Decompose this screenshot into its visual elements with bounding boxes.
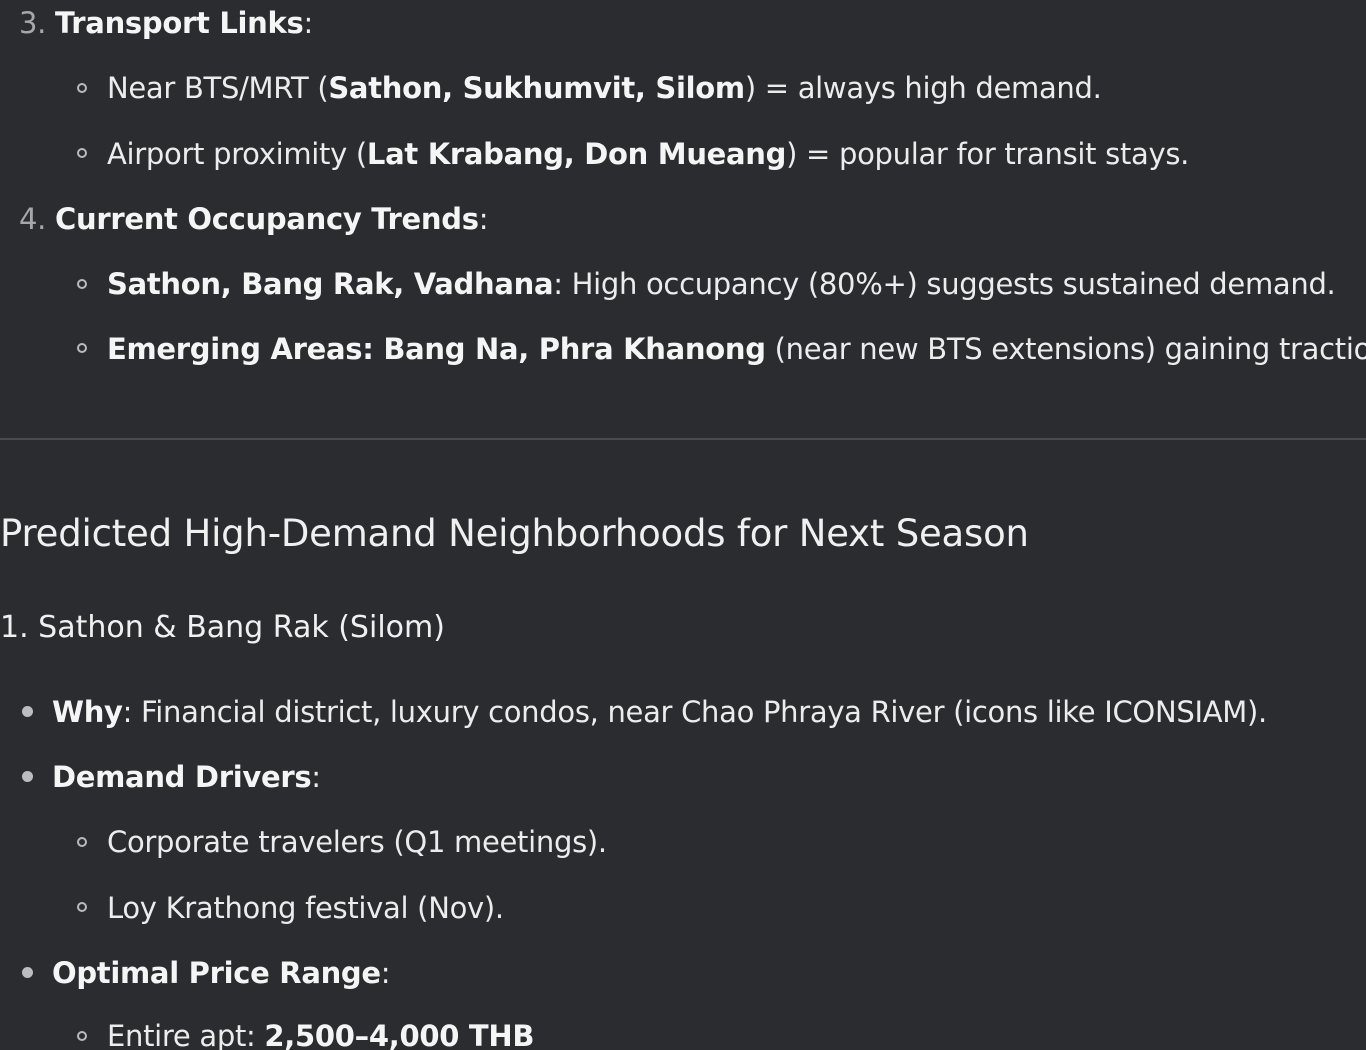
- text-segment: Near BTS/MRT (: [107, 71, 329, 105]
- subsection-heading: 1. Sathon & Bang Rak (Silom): [0, 610, 445, 645]
- text-segment: Airport proximity (: [107, 137, 367, 171]
- text-segment: :: [380, 956, 391, 990]
- circle-bullet-icon: [77, 83, 87, 93]
- bold-segment: Why: [52, 695, 123, 729]
- list-number: 4.: [19, 202, 47, 236]
- bold-segment: Demand Drivers: [52, 760, 312, 794]
- list-number: 3.: [19, 6, 47, 40]
- text-segment: :: [311, 760, 321, 794]
- list-item-price-range: Optimal Price Range:: [52, 953, 391, 993]
- list-item-high-occupancy: Sathon, Bang Rak, Vadhana: High occupanc…: [107, 264, 1336, 304]
- text-segment: Entire apt:: [107, 1019, 265, 1050]
- section-heading: Predicted High-Demand Neighborhoods for …: [0, 512, 1029, 555]
- bold-segment: Sathon, Bang Rak, Vadhana: [107, 267, 554, 301]
- bold-segment: Sathon, Sukhumvit, Silom: [328, 71, 745, 105]
- bold-segment: Optimal Price Range: [52, 956, 381, 990]
- horizontal-divider: [0, 438, 1366, 440]
- circle-bullet-icon: [77, 148, 87, 158]
- item-label-suffix: :: [303, 6, 313, 40]
- text-segment: ) = popular for transit stays.: [786, 137, 1190, 171]
- list-item-loy-krathong: Loy Krathong festival (Nov).: [107, 888, 504, 928]
- bold-segment: Lat Krabang, Don Mueang: [366, 137, 787, 171]
- list-item-bts-mrt: Near BTS/MRT (Sathon, Sukhumvit, Silom) …: [107, 68, 1102, 108]
- list-item-demand-drivers: Demand Drivers:: [52, 757, 321, 797]
- circle-bullet-icon: [77, 279, 87, 289]
- bold-segment: 2,500–4,000 THB: [264, 1019, 535, 1050]
- text-segment: : Financial district, luxury condos, nea…: [122, 695, 1268, 729]
- bold-segment: Emerging Areas: Bang Na, Phra Khanong: [107, 332, 766, 366]
- list-item-why: Why: Financial district, luxury condos, …: [52, 692, 1267, 732]
- text-segment: ) = always high demand.: [744, 71, 1102, 105]
- circle-bullet-icon: [77, 902, 87, 912]
- text-segment: Corporate travelers (Q1 meetings).: [107, 825, 607, 859]
- disc-bullet-icon: [22, 967, 33, 978]
- item-label: Current Occupancy Trends: [55, 202, 479, 236]
- list-item-emerging-areas: Emerging Areas: Bang Na, Phra Khanong (n…: [107, 329, 1366, 369]
- circle-bullet-icon: [77, 343, 87, 353]
- circle-bullet-icon: [77, 1031, 87, 1041]
- text-segment: (near new BTS extensions) gaining tracti…: [765, 332, 1366, 366]
- list-item-occupancy-trends: 4. Current Occupancy Trends:: [19, 199, 488, 239]
- list-item-corporate: Corporate travelers (Q1 meetings).: [107, 822, 607, 862]
- text-segment: Loy Krathong festival (Nov).: [107, 891, 504, 925]
- list-item-transport-links: 3. Transport Links:: [19, 3, 313, 43]
- item-label-suffix: :: [478, 202, 489, 236]
- item-label: Transport Links: [55, 6, 304, 40]
- list-item-entire-apt: Entire apt: 2,500–4,000 THB: [107, 1016, 534, 1050]
- disc-bullet-icon: [22, 771, 33, 782]
- disc-bullet-icon: [22, 706, 33, 717]
- text-segment: : High occupancy (80%+) suggests sustain…: [553, 267, 1336, 301]
- circle-bullet-icon: [77, 837, 87, 847]
- list-item-airport: Airport proximity (Lat Krabang, Don Muea…: [107, 134, 1189, 174]
